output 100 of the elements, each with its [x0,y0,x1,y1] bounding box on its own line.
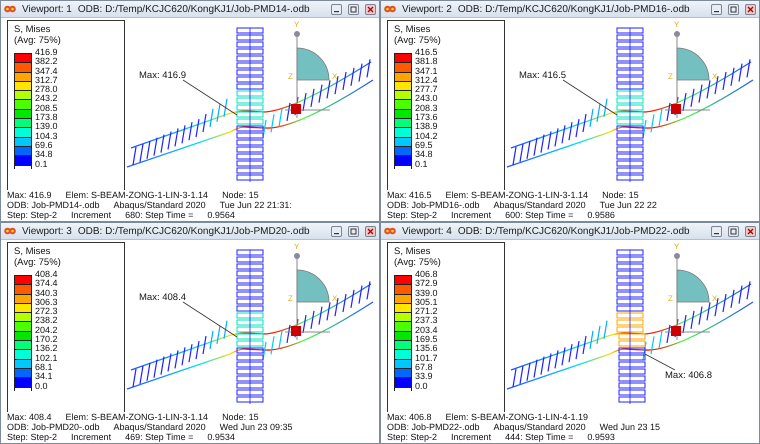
odb-name: ODB: Job-PMD22-.odb [387,422,480,432]
maximize-button[interactable] [348,226,359,236]
legend-title: S, Mises [14,24,52,35]
node-info: Node: 15 [222,412,259,422]
increment-info: 444: Step Time = [505,432,574,442]
max-summary: Max: 416.5 [387,190,432,200]
minimize-button[interactable] [711,226,722,236]
solver-name: Abaqus/Standard 2020 [494,422,586,432]
close-button[interactable] [365,4,376,14]
legend-value: 68.1 [35,362,54,372]
node-info: Node: 15 [222,190,259,200]
maximize-button[interactable] [728,226,739,236]
odb-path: ODB: D:/Temp/KCJC620/KongKJ1/Job-PMD22-.odb [458,226,690,236]
legend-value: 347.4 [35,66,58,76]
leader-line [644,354,676,370]
axis-label: Y [674,20,680,29]
date-text: Wed Jun 23 09:35 [220,422,293,432]
step-time: 0.9564 [207,210,235,220]
element-info: Elem: S-BEAM-ZONG-1-LIN-3-1.14 [66,412,208,422]
legend-value: 381.8 [415,57,438,67]
legend-subtitle: (Avg: 75%) [14,257,62,268]
axis-label: X [332,72,338,81]
legend-value: 33.9 [415,372,434,382]
odb-name: ODB: Job-PMD14-.odb [7,200,100,210]
legend-value: 312.7 [35,76,58,86]
legend-value: 173.6 [415,113,438,122]
step-info: Step: Step-2 [387,432,438,442]
viewport-label: Viewport: 1 [22,4,72,14]
legend-value: 237.3 [415,316,438,326]
close-icon [747,228,754,234]
minimize-button[interactable] [711,4,722,14]
increment-label: Increment [451,210,492,220]
legend-value: 104.2 [415,132,438,141]
step-time: 0.9586 [587,210,615,220]
legend-subtitle: (Avg: 75%) [14,35,62,46]
legend-value: 170.2 [35,335,58,344]
legend-subtitle: (Avg: 75%) [394,35,442,46]
viewport-icon [4,5,16,13]
axis-label: Z [288,294,293,303]
close-button[interactable] [745,4,756,14]
legend-value: 34.8 [415,150,434,160]
date-text: Wed Jun 23 15 [600,422,660,432]
legend-value: 243.2 [35,94,58,104]
maximize-icon [730,6,737,12]
close-button[interactable] [745,226,756,236]
legend-value: 208.3 [415,104,438,114]
maximize-button[interactable] [728,4,739,14]
step-info: Step: Step-2 [7,210,58,220]
legend-value: 374.4 [35,279,58,289]
max-value-label: Max: 416.5 [519,70,566,81]
viewport-label: Viewport: 3 [22,226,72,236]
date-text: Tue Jun 22 22 [600,200,657,210]
leader-line [182,302,238,338]
legend-value: 136.2 [35,344,58,354]
leader-line [562,80,618,116]
legend-title: S, Mises [14,246,52,257]
legend-value: 0.1 [415,160,429,169]
legend-value: 34.1 [35,372,54,382]
legend-value: 243.0 [415,94,438,104]
date-text: Tue Jun 22 21:31: [220,200,292,210]
minimize-button[interactable] [331,226,342,236]
odb-name: ODB: Job-PMD16-.odb [387,200,480,210]
max-summary: Max: 416.9 [7,190,52,200]
legend-subtitle: (Avg: 75%) [394,257,442,268]
axis-label: Z [668,72,673,81]
solver-name: Abaqus/Standard 2020 [114,422,206,432]
maximize-button[interactable] [348,4,359,14]
increment-info: 469: Step Time = [125,432,194,442]
axis-label: X [712,294,718,303]
legend-value: 34.8 [35,150,54,160]
legend-value: 382.2 [35,57,58,67]
max-value-label: Max: 408.4 [139,292,186,303]
max-summary: Max: 408.4 [7,412,52,422]
element-info: Elem: S-BEAM-ZONG-1-LIN-4-1.19 [446,412,588,422]
legend-value: 67.8 [415,362,434,372]
legend-value: 272.3 [35,307,58,316]
leader-line [182,80,238,116]
viewport-icon [384,5,396,13]
legend-title: S, Mises [394,246,432,257]
axis-label: Y [294,20,300,29]
legend-value: 312.4 [415,76,438,86]
max-value-label: Max: 416.9 [139,70,186,81]
legend-value: 339.0 [415,288,438,298]
close-button[interactable] [365,226,376,236]
step-time: 0.9534 [207,432,235,442]
increment-info: 680: Step Time = [125,210,194,220]
element-info: Elem: S-BEAM-ZONG-1-LIN-3-1.14 [66,190,208,200]
legend-value: 347.1 [415,66,438,76]
legend-value: 238.2 [35,316,58,326]
odb-path: ODB: D:/Temp/KCJC620/KongKJ1/Job-PMD16-.odb [458,4,690,14]
maximize-icon [350,228,357,234]
viewport-label: Viewport: 4 [402,226,452,236]
element-info: Elem: S-BEAM-ZONG-1-LIN-3-1.14 [446,190,588,200]
legend-value: 104.3 [35,132,58,141]
legend-value: 101.7 [415,354,438,363]
node-info: Node: 15 [602,190,639,200]
close-icon [367,6,374,12]
step-info: Step: Step-2 [7,432,58,442]
minimize-button[interactable] [331,4,342,14]
legend-value: 306.3 [35,298,58,308]
